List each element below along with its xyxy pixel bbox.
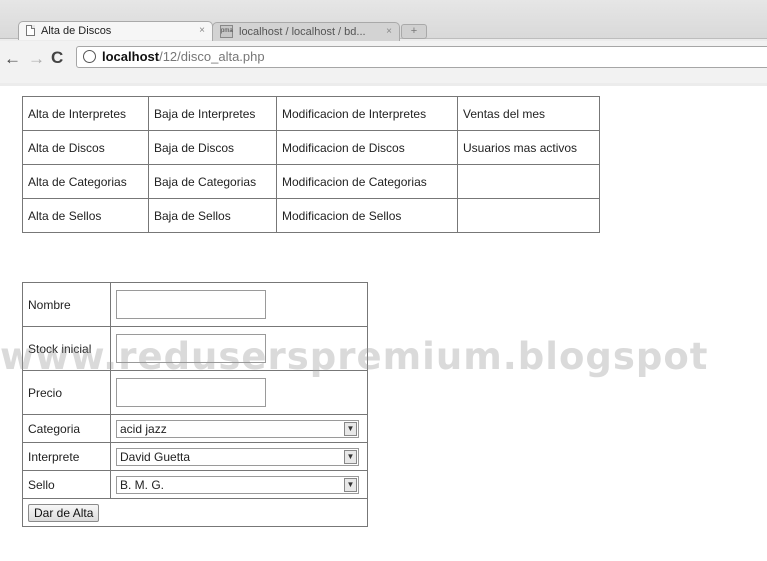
nombre-input[interactable] [116, 290, 266, 319]
form-row-stock: Stock inicial [22, 326, 368, 371]
precio-label: Precio [22, 370, 111, 415]
browser-chrome: Alta de Discos × pma localhost / localho… [0, 0, 767, 86]
menu-row: Alta de Discos Baja de Discos Modificaci… [22, 130, 600, 165]
sello-select[interactable]: B. M. G. ▼ [116, 475, 359, 494]
tab-phpmyadmin[interactable]: pma localhost / localhost / bd... × [212, 22, 400, 41]
disco-alta-form: Nombre Stock inicial Precio Categoria ac… [22, 282, 368, 527]
stock-label: Stock inicial [22, 326, 111, 371]
menu-link-modificacion-discos[interactable]: Modificacion de Discos [276, 130, 458, 165]
menu-link-ventas-del-mes[interactable]: Ventas del mes [457, 96, 600, 131]
admin-menu-table: Alta de Interpretes Baja de Interpretes … [22, 96, 600, 233]
tab-alta-de-discos[interactable]: Alta de Discos × [18, 21, 213, 40]
menu-link-usuarios-mas-activos[interactable]: Usuarios mas activos [457, 130, 600, 165]
stock-input[interactable] [116, 334, 266, 363]
nombre-label: Nombre [22, 282, 111, 327]
reload-icon[interactable]: C [51, 48, 63, 68]
menu-link-modificacion-interpretes[interactable]: Modificacion de Interpretes [276, 96, 458, 131]
url-text: localhost/12/disco_alta.php [102, 49, 265, 64]
menu-empty-cell [457, 198, 600, 233]
menu-link-alta-sellos[interactable]: Alta de Sellos [22, 198, 149, 233]
menu-link-alta-discos[interactable]: Alta de Discos [22, 130, 149, 165]
site-info-icon[interactable] [83, 50, 96, 63]
form-row-categoria: Categoria acid jazz ▼ [22, 414, 368, 443]
tab-label: Alta de Discos [41, 25, 112, 37]
menu-row: Alta de Interpretes Baja de Interpretes … [22, 96, 600, 131]
categoria-select[interactable]: acid jazz ▼ [116, 419, 359, 438]
form-row-sello: Sello B. M. G. ▼ [22, 470, 368, 499]
address-bar[interactable]: localhost/12/disco_alta.php [76, 46, 767, 68]
menu-link-baja-sellos[interactable]: Baja de Sellos [148, 198, 277, 233]
toolbar: ← → C localhost/12/disco_alta.php [0, 41, 767, 83]
forward-arrow-icon[interactable]: → [28, 49, 45, 69]
menu-empty-cell [457, 164, 600, 199]
menu-link-modificacion-sellos[interactable]: Modificacion de Sellos [276, 198, 458, 233]
dropdown-arrow-icon[interactable]: ▼ [344, 421, 357, 436]
menu-link-alta-categorias[interactable]: Alta de Categorias [22, 164, 149, 199]
menu-link-baja-discos[interactable]: Baja de Discos [148, 130, 277, 165]
interprete-cell: David Guetta ▼ [110, 442, 368, 471]
sello-selected-value: B. M. G. [120, 477, 165, 492]
categoria-selected-value: acid jazz [120, 421, 167, 436]
form-row-interprete: Interprete David Guetta ▼ [22, 442, 368, 471]
dropdown-arrow-icon[interactable]: ▼ [344, 477, 357, 492]
close-tab-icon[interactable]: × [199, 22, 205, 40]
tab-bar: Alta de Discos × pma localhost / localho… [0, 0, 767, 41]
dropdown-arrow-icon[interactable]: ▼ [344, 449, 357, 464]
menu-row: Alta de Sellos Baja de Sellos Modificaci… [22, 198, 600, 233]
menu-link-modificacion-categorias[interactable]: Modificacion de Categorias [276, 164, 458, 199]
new-tab-button[interactable]: + [401, 24, 427, 39]
sello-label: Sello [22, 470, 111, 499]
interprete-label: Interprete [22, 442, 111, 471]
menu-link-baja-interpretes[interactable]: Baja de Interpretes [148, 96, 277, 131]
page-icon [26, 25, 35, 36]
submit-cell: Dar de Alta [22, 498, 368, 527]
menu-row: Alta de Categorias Baja de Categorias Mo… [22, 164, 600, 199]
interprete-selected-value: David Guetta [120, 449, 191, 464]
stock-cell [110, 326, 368, 371]
interprete-select[interactable]: David Guetta ▼ [116, 447, 359, 466]
precio-input[interactable] [116, 378, 266, 407]
sello-cell: B. M. G. ▼ [110, 470, 368, 499]
precio-cell [110, 370, 368, 415]
form-row-submit: Dar de Alta [22, 498, 368, 527]
categoria-cell: acid jazz ▼ [110, 414, 368, 443]
tab-label: localhost / localhost / bd... [239, 26, 366, 38]
back-arrow-icon[interactable]: ← [4, 49, 21, 69]
close-tab-icon[interactable]: × [386, 23, 392, 41]
phpmyadmin-icon: pma [220, 25, 233, 38]
form-row-precio: Precio [22, 370, 368, 415]
dar-de-alta-button[interactable]: Dar de Alta [28, 504, 100, 522]
menu-link-baja-categorias[interactable]: Baja de Categorias [148, 164, 277, 199]
form-row-nombre: Nombre [22, 282, 368, 327]
page-content: Alta de Interpretes Baja de Interpretes … [0, 86, 767, 561]
menu-link-alta-interpretes[interactable]: Alta de Interpretes [22, 96, 149, 131]
nombre-cell [110, 282, 368, 327]
categoria-label: Categoria [22, 414, 111, 443]
